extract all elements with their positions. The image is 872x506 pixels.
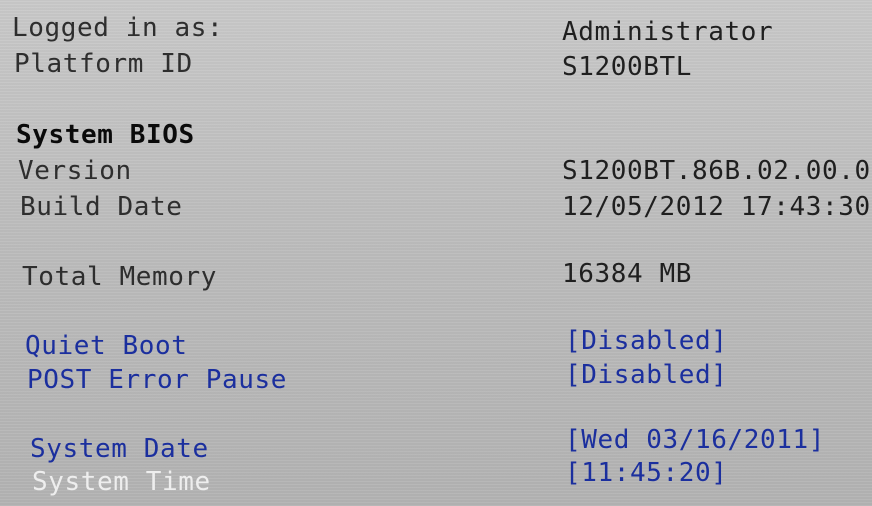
logged-in-value: Administrator (562, 17, 774, 47)
bios-version-label: Version (18, 156, 132, 186)
bios-main-screen: Logged in as: Administrator Platform ID … (0, 0, 872, 506)
system-date-option[interactable]: System Date (30, 434, 209, 464)
system-time-option-selected[interactable]: System Time (32, 467, 211, 497)
total-memory-value: 16384 MB (562, 259, 693, 289)
total-memory-label: Total Memory (22, 262, 218, 292)
system-bios-heading: System BIOS (16, 120, 195, 150)
platform-id-value: S1200BTL (562, 52, 693, 82)
logged-in-label: Logged in as: (12, 13, 224, 43)
post-error-pause-value[interactable]: [Disabled] (565, 360, 728, 390)
build-date-label: Build Date (20, 192, 183, 222)
quiet-boot-value[interactable]: [Disabled] (565, 326, 728, 356)
post-error-pause-option[interactable]: POST Error Pause (27, 365, 287, 395)
build-date-value: 12/05/2012 17:43:30 (562, 192, 871, 222)
bios-version-value: S1200BT.86B.02.00.0041 (562, 156, 872, 186)
system-date-value[interactable]: [Wed 03/16/2011] (565, 425, 825, 455)
quiet-boot-option[interactable]: Quiet Boot (25, 331, 188, 361)
platform-id-label: Platform ID (14, 49, 193, 79)
system-time-value[interactable]: [11:45:20] (565, 458, 728, 488)
